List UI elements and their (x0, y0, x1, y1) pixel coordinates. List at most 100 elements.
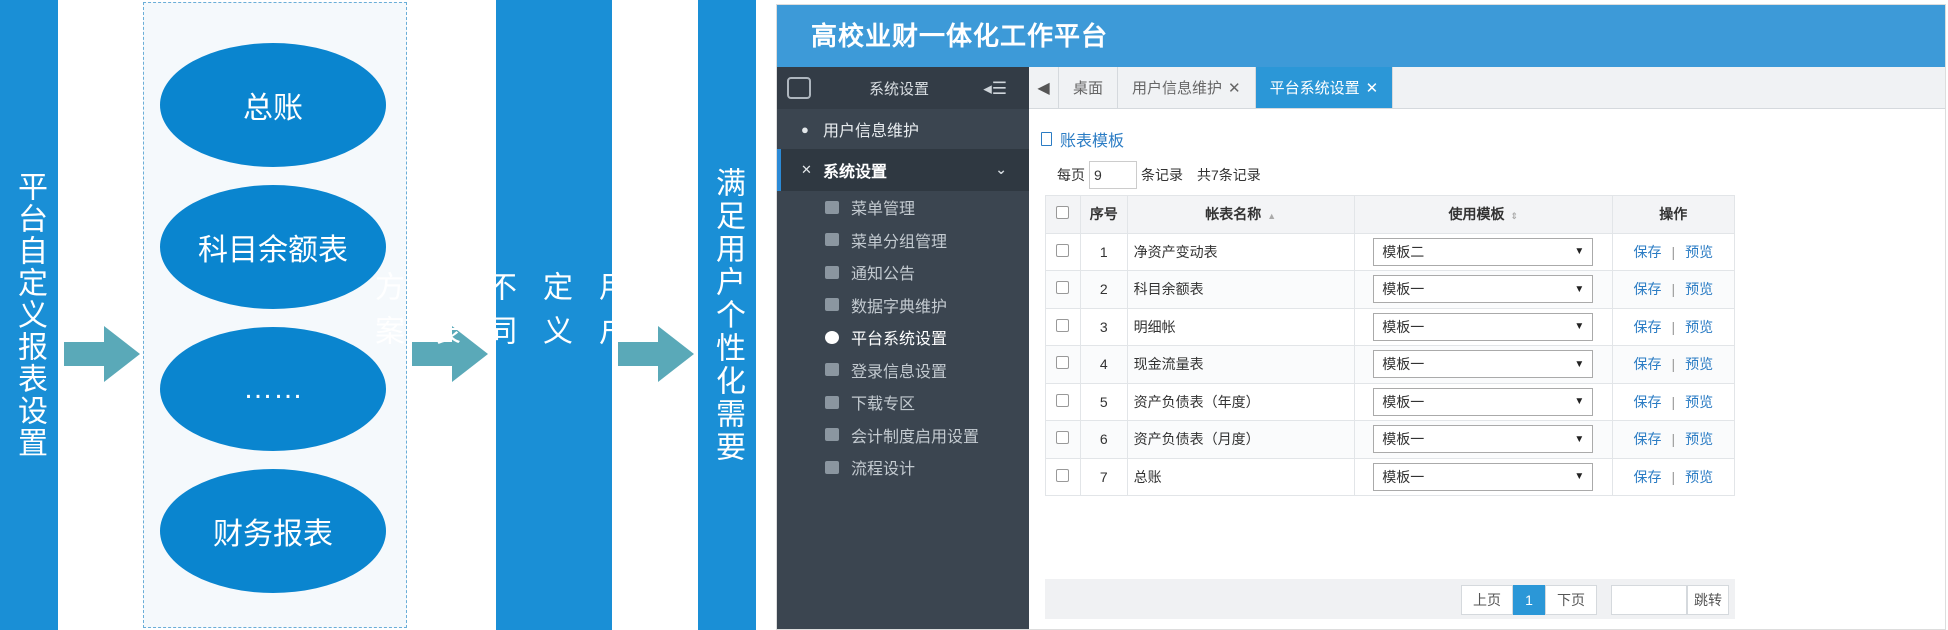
preview-link[interactable]: 预览 (1685, 394, 1713, 410)
report-type-label: …… (243, 372, 303, 405)
preview-link[interactable]: 预览 (1685, 356, 1713, 372)
preview-link[interactable]: 预览 (1685, 431, 1713, 447)
save-link[interactable]: 保存 (1633, 319, 1661, 335)
sidebar-item-user-info[interactable]: ● 用户信息维护 (777, 109, 1029, 149)
row-select-cell (1045, 307, 1081, 346)
sidebar-subitem-label: 菜单分组管理 (851, 233, 948, 251)
col-header-actions: 操作 (1611, 195, 1736, 234)
table-row: 5 资产负债表（年度） 模板一 ▼ 保存 | 预览 (1045, 382, 1736, 421)
row-no: 1 (1079, 232, 1128, 271)
preview-link[interactable]: 预览 (1685, 469, 1713, 485)
col-header-name[interactable]: 帐表名称 ▲ (1126, 195, 1355, 234)
sidebar-header: 系统设置 ◂☰ (777, 67, 1029, 109)
menu-item-icon (825, 298, 839, 312)
preview-link[interactable]: 预览 (1685, 319, 1713, 335)
sidebar-group-system-settings[interactable]: ✕ 系统设置 ⌄ (777, 149, 1029, 191)
template-select[interactable]: 模板一 ▼ (1373, 275, 1594, 304)
row-checkbox[interactable] (1056, 431, 1070, 445)
sidebar-subitem[interactable]: 菜单分组管理 (777, 224, 1029, 257)
sidebar-subitem[interactable]: 流程设计 (777, 451, 1029, 484)
report-template-table: 序号 帐表名称 ▲ 使用模板 ⇕ 操作 1 净资产变动表 模板二 ▼ 保存 | 预览 2 科目余额表… (1045, 195, 1736, 496)
sidebar-subitem[interactable]: 登录信息设置 (777, 354, 1029, 387)
sort-asc-icon[interactable]: ▲ (1267, 211, 1276, 221)
row-checkbox[interactable] (1056, 318, 1070, 332)
panel-title: 账表模板 (1041, 127, 1124, 151)
template-select[interactable]: 模板二 ▼ (1373, 237, 1594, 266)
preview-link[interactable]: 预览 (1685, 244, 1713, 260)
sidebar-subitem[interactable]: 会计制度启用设置 (777, 419, 1029, 452)
tab-platform-settings[interactable]: 平台系统设置 ✕ (1255, 67, 1394, 108)
row-template-cell: 模板二 ▼ (1353, 232, 1613, 271)
row-actions: 保存 | 预览 (1611, 270, 1736, 309)
row-no: 5 (1079, 382, 1128, 421)
template-select[interactable]: 模板一 ▼ (1373, 387, 1594, 416)
tab-user-info[interactable]: 用户信息维护 ✕ (1118, 67, 1256, 108)
save-link[interactable]: 保存 (1633, 244, 1661, 260)
template-select[interactable]: 模板一 ▼ (1373, 462, 1594, 491)
jump-button[interactable]: 跳转 (1687, 585, 1729, 615)
row-checkbox[interactable] (1056, 468, 1070, 482)
preview-link[interactable]: 预览 (1685, 281, 1713, 297)
action-separator: | (1671, 281, 1676, 298)
save-link[interactable]: 保存 (1633, 469, 1661, 485)
template-select-value: 模板一 (1382, 431, 1425, 448)
sidebar-subitem-label: 流程设计 (851, 461, 916, 479)
menu-item-icon (825, 330, 839, 344)
row-actions: 保存 | 预览 (1611, 420, 1736, 459)
row-checkbox[interactable] (1056, 393, 1070, 407)
jump-page-input[interactable] (1611, 585, 1687, 615)
row-checkbox[interactable] (1056, 281, 1070, 295)
page-size-prefix: 每页 (1057, 167, 1085, 183)
page-number-button[interactable]: 1 (1513, 585, 1545, 615)
tab-label: 用户信息维护 (1132, 80, 1223, 97)
menu-item-icon (825, 363, 839, 377)
row-no: 2 (1079, 270, 1128, 309)
sidebar-subitem[interactable]: 平台系统设置 (777, 321, 1029, 354)
close-icon[interactable]: ✕ (1228, 79, 1241, 97)
collapse-menu-icon[interactable]: ◂☰ (983, 79, 1007, 99)
report-type-ellipse: …… (160, 327, 386, 451)
caret-down-icon: ▼ (1574, 396, 1585, 408)
template-select[interactable]: 模板一 ▼ (1373, 350, 1594, 379)
sidebar-subitem[interactable]: 通知公告 (777, 256, 1029, 289)
page-size-input[interactable] (1089, 161, 1137, 189)
flow-arrow-3 (618, 326, 694, 382)
sidebar-subitem[interactable]: 数据字典维护 (777, 289, 1029, 322)
row-checkbox[interactable] (1056, 243, 1070, 257)
tab-desktop[interactable]: 桌面 (1059, 67, 1119, 108)
row-select-cell (1045, 232, 1081, 271)
row-template-cell: 模板一 ▼ (1353, 420, 1613, 459)
save-link[interactable]: 保存 (1633, 281, 1661, 297)
total-records: 共7条记录 (1197, 167, 1261, 183)
row-actions: 保存 | 预览 (1611, 345, 1736, 384)
report-type-ellipse: 科目余额表 (160, 185, 386, 309)
custom-report-setting-bar: 平台自定义报表设置 (0, 0, 58, 630)
table-row: 4 现金流量表 模板一 ▼ 保存 | 预览 (1045, 345, 1736, 384)
save-link[interactable]: 保存 (1633, 356, 1661, 372)
select-all-checkbox[interactable] (1056, 206, 1070, 220)
user-scheme-bar: 根据不同用户定义不同报表方案 (370, 0, 739, 630)
template-select[interactable]: 模板一 ▼ (1373, 312, 1594, 341)
sidebar-item-label: 用户信息维护 (823, 123, 920, 140)
next-page-button[interactable]: 下页 (1545, 585, 1597, 615)
table-row: 6 资产负债表（月度） 模板一 ▼ 保存 | 预览 (1045, 420, 1736, 459)
tab-scroll-left-icon[interactable]: ◀ (1029, 67, 1059, 108)
tab-label: 桌面 (1073, 80, 1104, 97)
prev-page-button[interactable]: 上页 (1461, 585, 1513, 615)
close-icon[interactable]: ✕ (1366, 79, 1379, 97)
row-checkbox[interactable] (1056, 356, 1070, 370)
col-header-template[interactable]: 使用模板 ⇕ (1353, 195, 1613, 234)
sidebar-subitem[interactable]: 下载专区 (777, 386, 1029, 419)
menu-item-icon (825, 233, 839, 247)
menu-item-icon (825, 460, 839, 474)
save-link[interactable]: 保存 (1633, 431, 1661, 447)
action-separator: | (1671, 431, 1676, 448)
sort-icon[interactable]: ⇕ (1510, 211, 1518, 221)
tab-label: 平台系统设置 (1269, 80, 1360, 97)
sidebar-subitem[interactable]: 菜单管理 (777, 191, 1029, 224)
template-select[interactable]: 模板一 ▼ (1373, 425, 1594, 454)
table-header-row: 序号 帐表名称 ▲ 使用模板 ⇕ 操作 (1045, 195, 1736, 234)
col-header-label: 帐表名称 (1205, 206, 1262, 223)
save-link[interactable]: 保存 (1633, 394, 1661, 410)
row-report-name: 资产负债表（年度） (1126, 382, 1355, 421)
